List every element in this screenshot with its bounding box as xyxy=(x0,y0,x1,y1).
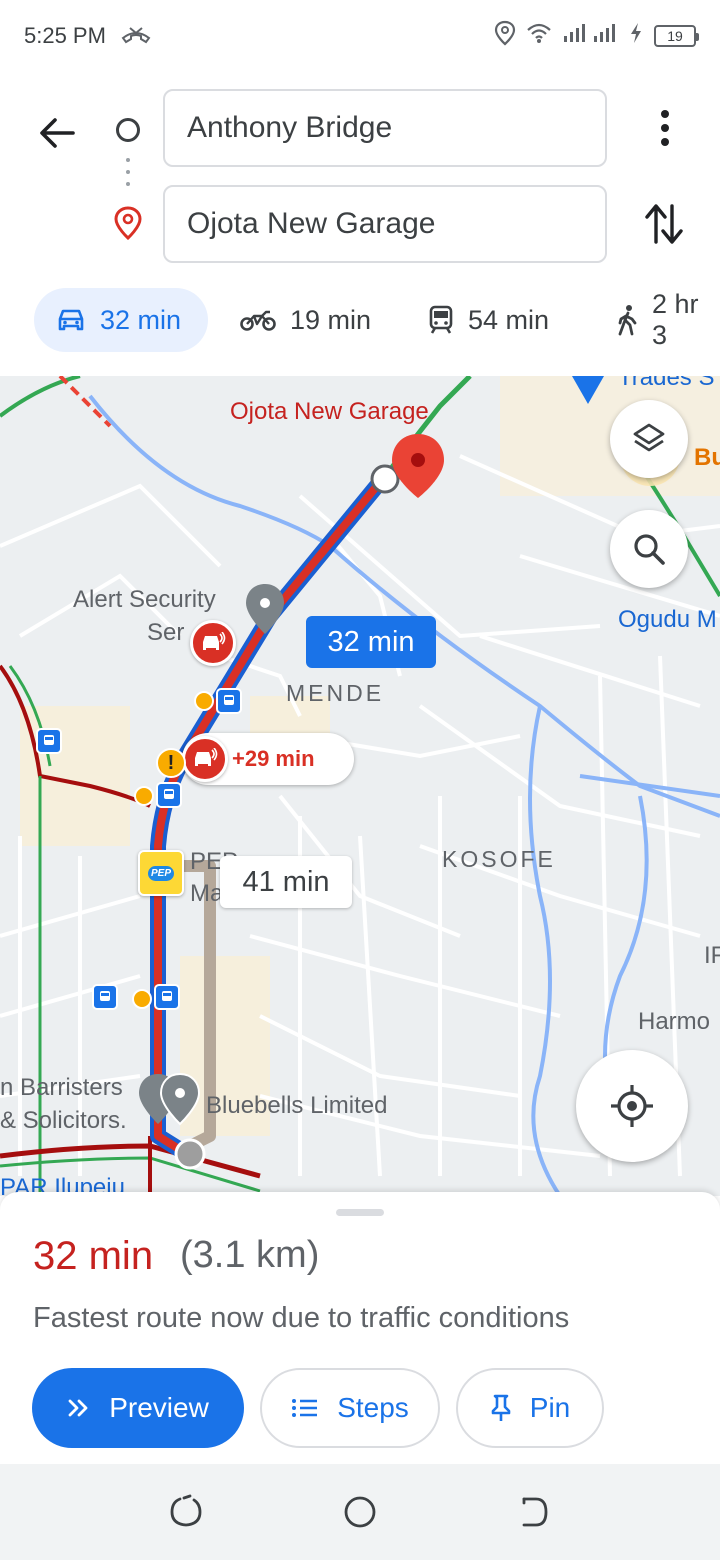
bus-stop-icon[interactable] xyxy=(36,728,62,754)
back-arrow-icon xyxy=(40,118,75,148)
bus-stop-icon[interactable] xyxy=(154,984,180,1010)
search-icon xyxy=(634,534,665,565)
wifi-icon xyxy=(526,22,552,50)
tab-walk[interactable]: 2 hr 3 xyxy=(616,288,720,352)
map-label-solicitors: & Solicitors. xyxy=(0,1107,127,1134)
signal-icon xyxy=(562,22,618,50)
map-label-bluebells: Bluebells Limited xyxy=(206,1092,388,1119)
route-time-callout[interactable]: 32 min xyxy=(306,616,436,668)
stop-marker-icon xyxy=(134,786,154,806)
map-label-harmo: Harmo xyxy=(638,1008,711,1035)
map-label-destination: Ojota New Garage xyxy=(230,398,429,425)
walk-time: 2 hr 3 xyxy=(652,289,699,350)
layers-button[interactable] xyxy=(610,400,688,478)
map-label-barristers: n Barristers xyxy=(0,1074,123,1101)
start-location-field[interactable]: Anthony Bridge xyxy=(163,89,607,167)
walk-icon xyxy=(616,304,638,336)
swap-vertical-icon xyxy=(645,204,683,244)
route-connector-icon xyxy=(126,158,130,194)
map-view[interactable]: Ojota New Garage Trades S Bu Alert Secur… xyxy=(0,376,720,1196)
drag-handle[interactable] xyxy=(336,1209,384,1216)
back-button[interactable] xyxy=(32,108,82,158)
stop-marker-icon xyxy=(132,989,152,1009)
warning-icon[interactable]: ! xyxy=(156,748,186,778)
stop-marker-icon xyxy=(194,691,214,711)
map-label-alert-security-2: Ser xyxy=(147,619,185,646)
recent-apps-icon xyxy=(170,1494,202,1527)
destination-pin-icon xyxy=(113,206,143,245)
bus-stop-icon[interactable] xyxy=(216,688,242,714)
home-button[interactable] xyxy=(342,1494,378,1535)
status-bar: 5:25 PM 19 xyxy=(0,0,720,72)
double-chevron-icon xyxy=(67,1398,91,1418)
battery-indicator: 19 xyxy=(654,25,699,47)
map-label-bu: Bu xyxy=(694,444,720,471)
tab-motorcycle[interactable]: 19 min xyxy=(240,288,371,352)
map-label-trades: Trades S xyxy=(618,376,715,391)
charging-icon xyxy=(628,22,644,50)
back-nav-icon xyxy=(522,1497,548,1527)
route-distance: (3.1 km) xyxy=(180,1234,320,1276)
alt-route-time-callout[interactable]: 41 min xyxy=(220,856,352,908)
recent-apps-button[interactable] xyxy=(168,1494,204,1535)
map-label-ogudu: Ogudu M xyxy=(618,606,717,633)
missed-call-icon xyxy=(120,24,152,48)
swap-button[interactable] xyxy=(642,200,686,248)
drive-time: 32 min xyxy=(100,304,182,335)
steps-button[interactable]: Steps xyxy=(260,1368,440,1448)
directions-header: Anthony Bridge Ojota New Garage 32 min 1… xyxy=(0,72,720,376)
origin-dot-icon xyxy=(116,118,140,142)
map-label-pep-mall: Ma xyxy=(190,880,224,907)
map-label-alert-security: Alert Security xyxy=(73,586,216,613)
tab-transit[interactable]: 54 min xyxy=(428,288,549,352)
traffic-delay-icon[interactable] xyxy=(182,736,228,782)
train-icon xyxy=(428,305,454,335)
route-summary-sheet[interactable]: 32 min (3.1 km) Fastest route now due to… xyxy=(0,1192,720,1464)
pin-label: Pin xyxy=(529,1392,571,1423)
steps-label: Steps xyxy=(337,1392,409,1423)
motorcycle-icon xyxy=(240,308,276,332)
crosshair-icon xyxy=(611,1085,653,1127)
route-duration: 32 min xyxy=(33,1234,154,1278)
more-options-button[interactable] xyxy=(650,108,680,148)
pep-logo-text: PEP xyxy=(147,865,174,881)
system-nav-bar xyxy=(0,1464,720,1560)
tab-drive[interactable]: 32 min xyxy=(34,288,208,352)
more-vert-icon xyxy=(661,110,669,146)
bus-stop-icon[interactable] xyxy=(92,984,118,1010)
status-time: 5:25 PM xyxy=(24,23,106,48)
preview-label: Preview xyxy=(109,1392,209,1423)
travel-mode-tabs: 32 min 19 min 54 min 2 hr 3 xyxy=(0,288,720,356)
list-icon xyxy=(291,1397,319,1419)
route-description: Fastest route now due to traffic conditi… xyxy=(33,1302,570,1334)
map-label-if: IF xyxy=(704,942,720,969)
location-icon xyxy=(494,20,516,52)
search-along-route-button[interactable] xyxy=(610,510,688,588)
transit-time: 54 min xyxy=(468,304,550,335)
map-label-mende: MENDE xyxy=(286,680,385,706)
bus-stop-icon[interactable] xyxy=(156,782,182,808)
back-nav-button[interactable] xyxy=(516,1494,552,1535)
pin-icon xyxy=(490,1393,512,1423)
home-circle-icon xyxy=(344,1496,376,1528)
car-icon xyxy=(56,307,86,333)
pep-logo[interactable]: PEP xyxy=(138,850,184,896)
destination-field[interactable]: Ojota New Garage xyxy=(163,185,607,263)
layers-icon xyxy=(633,423,665,452)
pin-button[interactable]: Pin xyxy=(456,1368,604,1448)
my-location-button[interactable] xyxy=(576,1050,688,1162)
preview-button[interactable]: Preview xyxy=(32,1368,244,1448)
motorcycle-time: 19 min xyxy=(290,304,372,335)
traffic-incident-icon[interactable] xyxy=(190,620,236,666)
map-label-kosofe: KOSOFE xyxy=(442,846,556,872)
